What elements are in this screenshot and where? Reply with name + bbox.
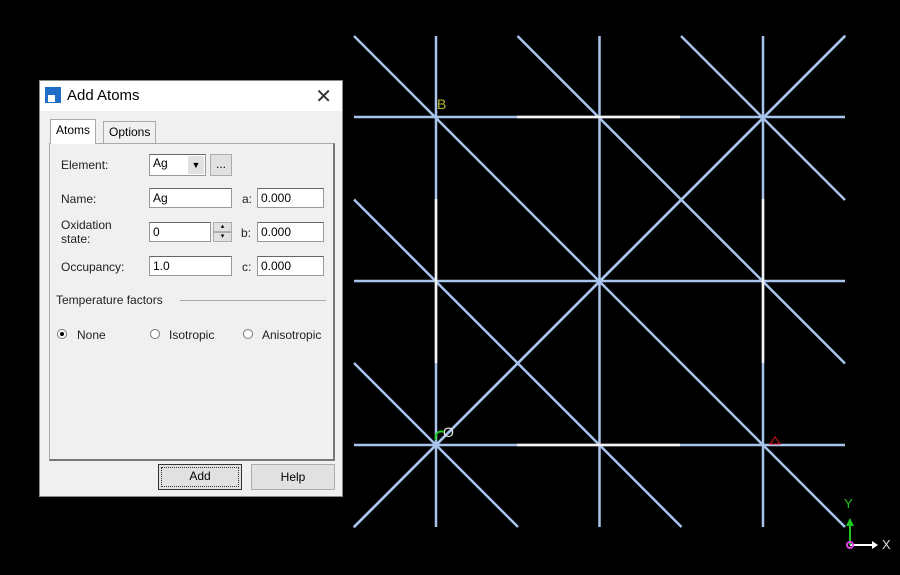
divider (180, 300, 326, 301)
occupancy-input[interactable] (149, 256, 232, 276)
a-label: a: (242, 192, 253, 206)
browse-element-button[interactable]: ... (210, 154, 232, 176)
radio-anisotropic-label[interactable]: Anisotropic (262, 328, 321, 342)
add-atoms-dialog: Add Atoms ✕ Atoms Options Element: Ag ▼ … (39, 80, 343, 497)
bond-line (843, 35, 846, 38)
radio-anisotropic[interactable] (243, 329, 253, 339)
add-button[interactable]: Add (158, 464, 242, 490)
origin-label: O (443, 424, 454, 440)
name-label: Name: (61, 192, 97, 206)
tab-atoms[interactable]: Atoms (50, 119, 97, 144)
oxidation-label: Oxidation state: (61, 218, 112, 246)
c-coordinate-input[interactable] (257, 256, 324, 276)
element-label: Element: (61, 158, 109, 172)
a-axis-marker-icon (769, 436, 781, 445)
radio-isotropic[interactable] (150, 329, 160, 339)
dialog-titlebar[interactable]: Add Atoms ✕ (40, 81, 342, 111)
y-axis-label: Y (844, 496, 853, 511)
axis-triad-icon (846, 518, 878, 549)
occupancy-label: Occupancy: (61, 260, 125, 274)
radio-isotropic-label[interactable]: Isotropic (169, 328, 214, 342)
c-label: c: (242, 260, 252, 274)
b-axis-label: B (437, 96, 446, 112)
temperature-factors-heading: Temperature factors (56, 293, 163, 307)
b-coordinate-input[interactable] (257, 222, 324, 242)
name-input[interactable] (149, 188, 232, 208)
app-icon (45, 87, 61, 103)
x-axis-label: X (882, 537, 891, 552)
help-button[interactable]: Help (251, 464, 335, 490)
element-select[interactable]: Ag ▼ (149, 154, 206, 176)
tab-options[interactable]: Options (103, 121, 157, 144)
radio-none[interactable] (57, 329, 67, 339)
chevron-down-icon[interactable]: ▼ (188, 156, 204, 174)
a-coordinate-input[interactable] (257, 188, 324, 208)
oxidation-up-button[interactable]: ▴ (213, 222, 232, 232)
radio-none-label[interactable]: None (77, 328, 106, 342)
oxidation-down-button[interactable]: ▾ (213, 232, 232, 242)
dialog-title: Add Atoms (67, 87, 140, 104)
close-icon[interactable]: ✕ (315, 84, 332, 109)
b-label: b: (241, 226, 252, 240)
oxidation-input[interactable] (149, 222, 211, 242)
element-value: Ag (153, 156, 168, 170)
